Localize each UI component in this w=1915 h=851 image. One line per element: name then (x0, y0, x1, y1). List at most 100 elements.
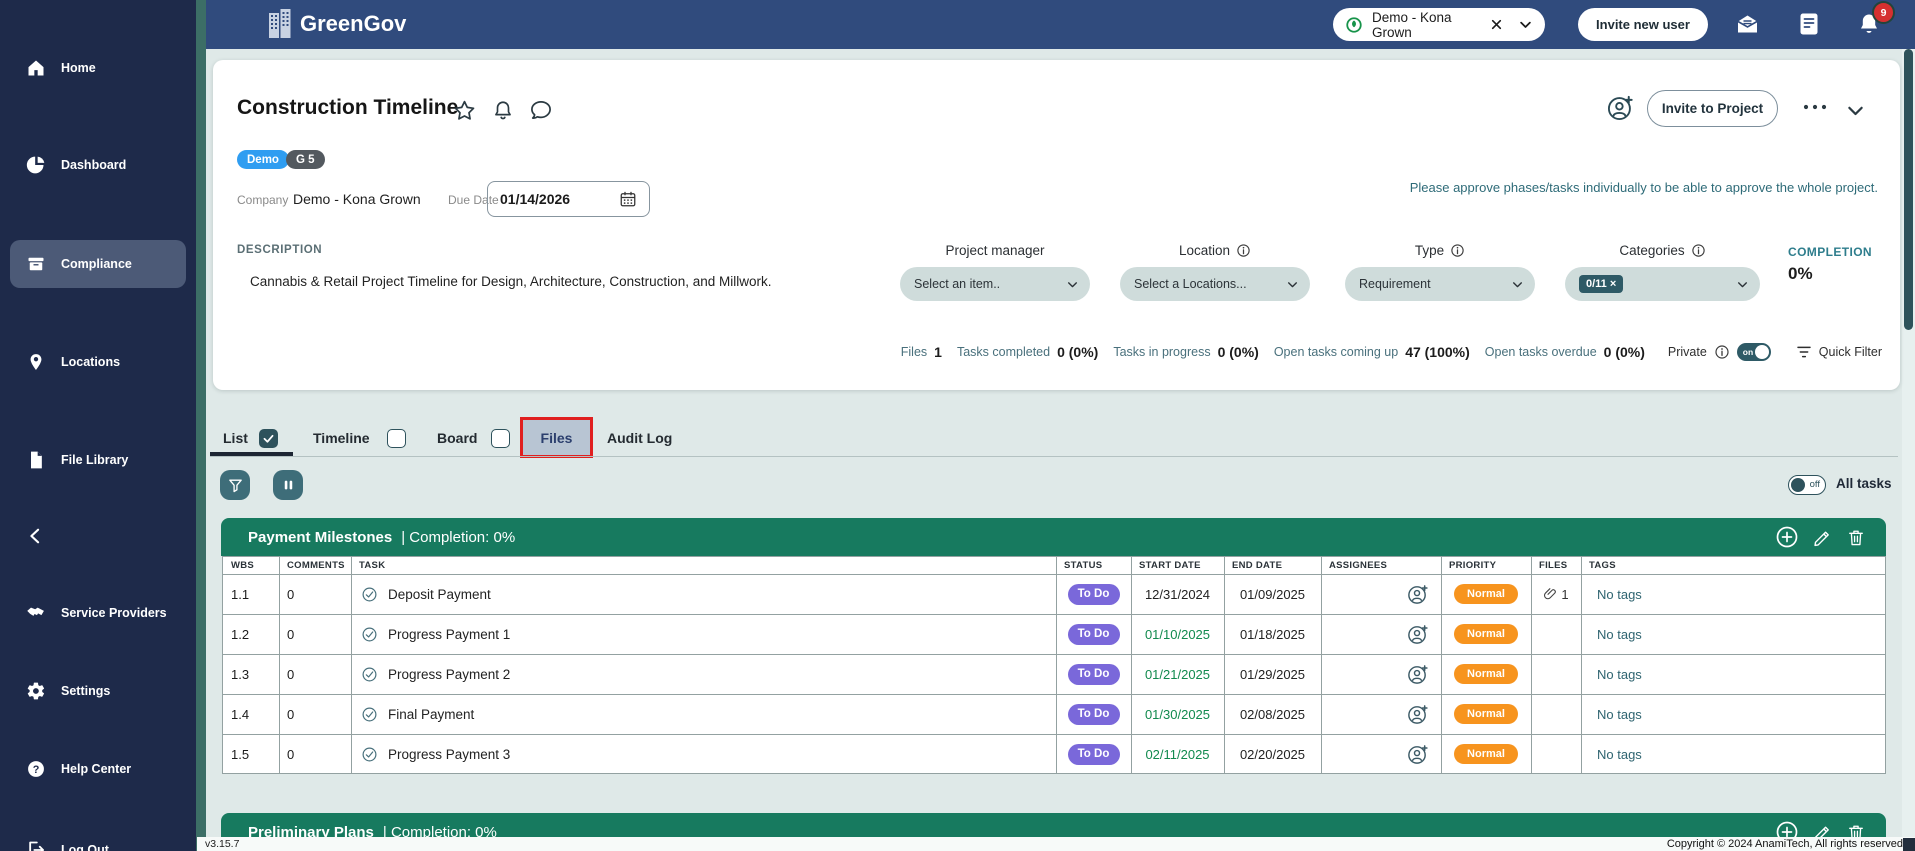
priority-badge[interactable]: Normal (1454, 584, 1518, 604)
all-tasks-toggle[interactable]: off (1788, 475, 1826, 495)
tab-audit-log[interactable]: Audit Log (607, 430, 672, 446)
sidebar-item-home[interactable]: Home (0, 44, 196, 92)
assignee-add-icon[interactable] (1406, 623, 1429, 646)
edit-pencil-icon[interactable] (1812, 527, 1833, 548)
table-row[interactable]: 1.5 0 Progress Payment 3 To Do 02/11/202… (223, 734, 1885, 774)
tab-timeline[interactable]: Timeline (313, 430, 370, 446)
mail-icon[interactable] (1735, 12, 1760, 36)
tab-list[interactable]: List (223, 430, 248, 446)
start-date-cell[interactable]: 01/21/2025 (1131, 654, 1224, 694)
tags-cell[interactable]: No tags (1597, 654, 1642, 694)
assignee-add-icon[interactable] (1406, 743, 1429, 766)
files-cell[interactable] (1531, 694, 1581, 734)
tab-files-highlighted[interactable]: Files (520, 417, 593, 458)
tab-board[interactable]: Board (437, 430, 477, 446)
task-check-circle-icon[interactable] (361, 666, 378, 683)
scrollbar-thumb[interactable] (1904, 49, 1913, 330)
comments-bubble-icon[interactable] (529, 99, 553, 122)
due-date-input[interactable]: 01/14/2026 (487, 181, 650, 217)
assignee-add-icon[interactable] (1406, 703, 1429, 726)
end-date-cell[interactable]: 02/20/2025 (1224, 734, 1321, 774)
delete-trash-icon[interactable] (1846, 527, 1866, 548)
sidebar-item-file-library[interactable]: File Library (0, 436, 196, 484)
priority-badge[interactable]: Normal (1454, 624, 1518, 644)
start-date-cell[interactable]: 01/30/2025 (1131, 694, 1224, 734)
task-check-circle-icon[interactable] (361, 746, 378, 763)
files-cell[interactable] (1531, 654, 1581, 694)
tab-timeline-checkbox[interactable] (387, 429, 406, 448)
table-row[interactable]: 1.2 0 Progress Payment 1 To Do 01/10/202… (223, 614, 1885, 654)
tags-cell[interactable]: No tags (1597, 694, 1642, 734)
column-header-wbs: WBS (231, 557, 254, 574)
table-row[interactable]: 1.3 0 Progress Payment 2 To Do 01/21/202… (223, 654, 1885, 694)
filter-button[interactable] (220, 470, 250, 500)
invite-new-user-button[interactable]: Invite new user (1578, 8, 1708, 41)
location-select[interactable]: Select a Locations... (1120, 267, 1310, 301)
add-task-icon[interactable] (1775, 525, 1799, 549)
status-badge[interactable]: To Do (1068, 704, 1120, 725)
tags-cell[interactable]: No tags (1597, 734, 1642, 774)
table-row[interactable]: 1.1 0 Deposit Payment To Do 12/31/2024 0… (223, 574, 1885, 614)
task-check-circle-icon[interactable] (361, 626, 378, 643)
status-badge[interactable]: To Do (1068, 584, 1120, 605)
end-date-cell[interactable]: 01/18/2025 (1224, 614, 1321, 654)
sidebar-item-compliance[interactable]: Compliance (10, 240, 186, 288)
files-cell[interactable] (1531, 614, 1581, 654)
start-date-cell[interactable]: 01/10/2025 (1131, 614, 1224, 654)
end-date-cell[interactable]: 01/09/2025 (1224, 574, 1321, 614)
status-badge[interactable]: To Do (1068, 664, 1120, 685)
subscribe-bell-icon[interactable] (492, 99, 514, 122)
sidebar-item-log-out[interactable]: Log Out (0, 826, 196, 851)
info-icon[interactable] (1691, 243, 1706, 258)
status-badge[interactable]: To Do (1068, 624, 1120, 645)
categories-selected-tag[interactable]: 0/11 × (1579, 275, 1623, 293)
priority-badge[interactable]: Normal (1454, 744, 1518, 764)
sidebar-item-help-center[interactable]: ? Help Center (0, 745, 196, 793)
invite-to-project-button[interactable]: Invite to Project (1647, 90, 1778, 127)
chevron-down-icon[interactable] (1518, 17, 1533, 32)
calendar-icon[interactable] (619, 190, 637, 208)
start-date-cell[interactable]: 12/31/2024 (1131, 574, 1224, 614)
document-icon[interactable] (1799, 12, 1819, 36)
sidebar-collapse[interactable] (0, 514, 196, 558)
categories-select[interactable]: 0/11 × (1565, 267, 1760, 301)
assignee-add-icon[interactable] (1406, 583, 1429, 606)
sidebar-item-service-providers[interactable]: Service Providers (0, 589, 196, 637)
files-cell[interactable]: 1 (1531, 574, 1581, 614)
task-check-circle-icon[interactable] (361, 706, 378, 723)
info-icon[interactable] (1236, 243, 1251, 258)
stat-files: Files1 (901, 344, 942, 360)
tab-board-checkbox[interactable] (491, 429, 510, 448)
info-icon[interactable] (1714, 344, 1730, 360)
tags-cell[interactable]: No tags (1597, 614, 1642, 654)
sidebar-item-label: File Library (61, 453, 128, 467)
collapse-card-chevron-icon[interactable] (1845, 100, 1866, 121)
close-icon[interactable] (1490, 18, 1503, 31)
table-row[interactable]: 1.4 0 Final Payment To Do 01/30/2025 02/… (223, 694, 1885, 734)
priority-badge[interactable]: Normal (1454, 704, 1518, 724)
tags-cell[interactable]: No tags (1597, 574, 1642, 614)
files-cell[interactable] (1531, 734, 1581, 774)
tab-list-checkbox[interactable] (259, 429, 278, 448)
status-badge[interactable]: To Do (1068, 744, 1120, 765)
task-check-circle-icon[interactable] (361, 586, 378, 603)
end-date-cell[interactable]: 02/08/2025 (1224, 694, 1321, 734)
sidebar-item-locations[interactable]: Locations (0, 338, 196, 386)
start-date-cell[interactable]: 02/11/2025 (1131, 734, 1224, 774)
private-toggle[interactable]: on (1737, 343, 1771, 361)
quick-filter-button[interactable]: Quick Filter (1796, 345, 1882, 359)
company-selector[interactable]: Demo - Kona Grown (1333, 8, 1545, 41)
notification-count-badge[interactable]: 9 (1872, 1, 1895, 24)
star-favorite-icon[interactable] (453, 99, 476, 122)
invite-person-add-icon[interactable] (1606, 94, 1634, 122)
priority-badge[interactable]: Normal (1454, 664, 1518, 684)
more-options-icon[interactable] (1802, 103, 1828, 111)
info-icon[interactable] (1450, 243, 1465, 258)
end-date-cell[interactable]: 01/29/2025 (1224, 654, 1321, 694)
assignee-add-icon[interactable] (1406, 663, 1429, 686)
sidebar-item-settings[interactable]: Settings (0, 667, 196, 715)
project-manager-select[interactable]: Select an item.. (900, 267, 1090, 301)
type-select[interactable]: Requirement (1345, 267, 1535, 301)
sidebar-item-dashboard[interactable]: Dashboard (0, 141, 196, 189)
columns-button[interactable] (273, 470, 303, 500)
